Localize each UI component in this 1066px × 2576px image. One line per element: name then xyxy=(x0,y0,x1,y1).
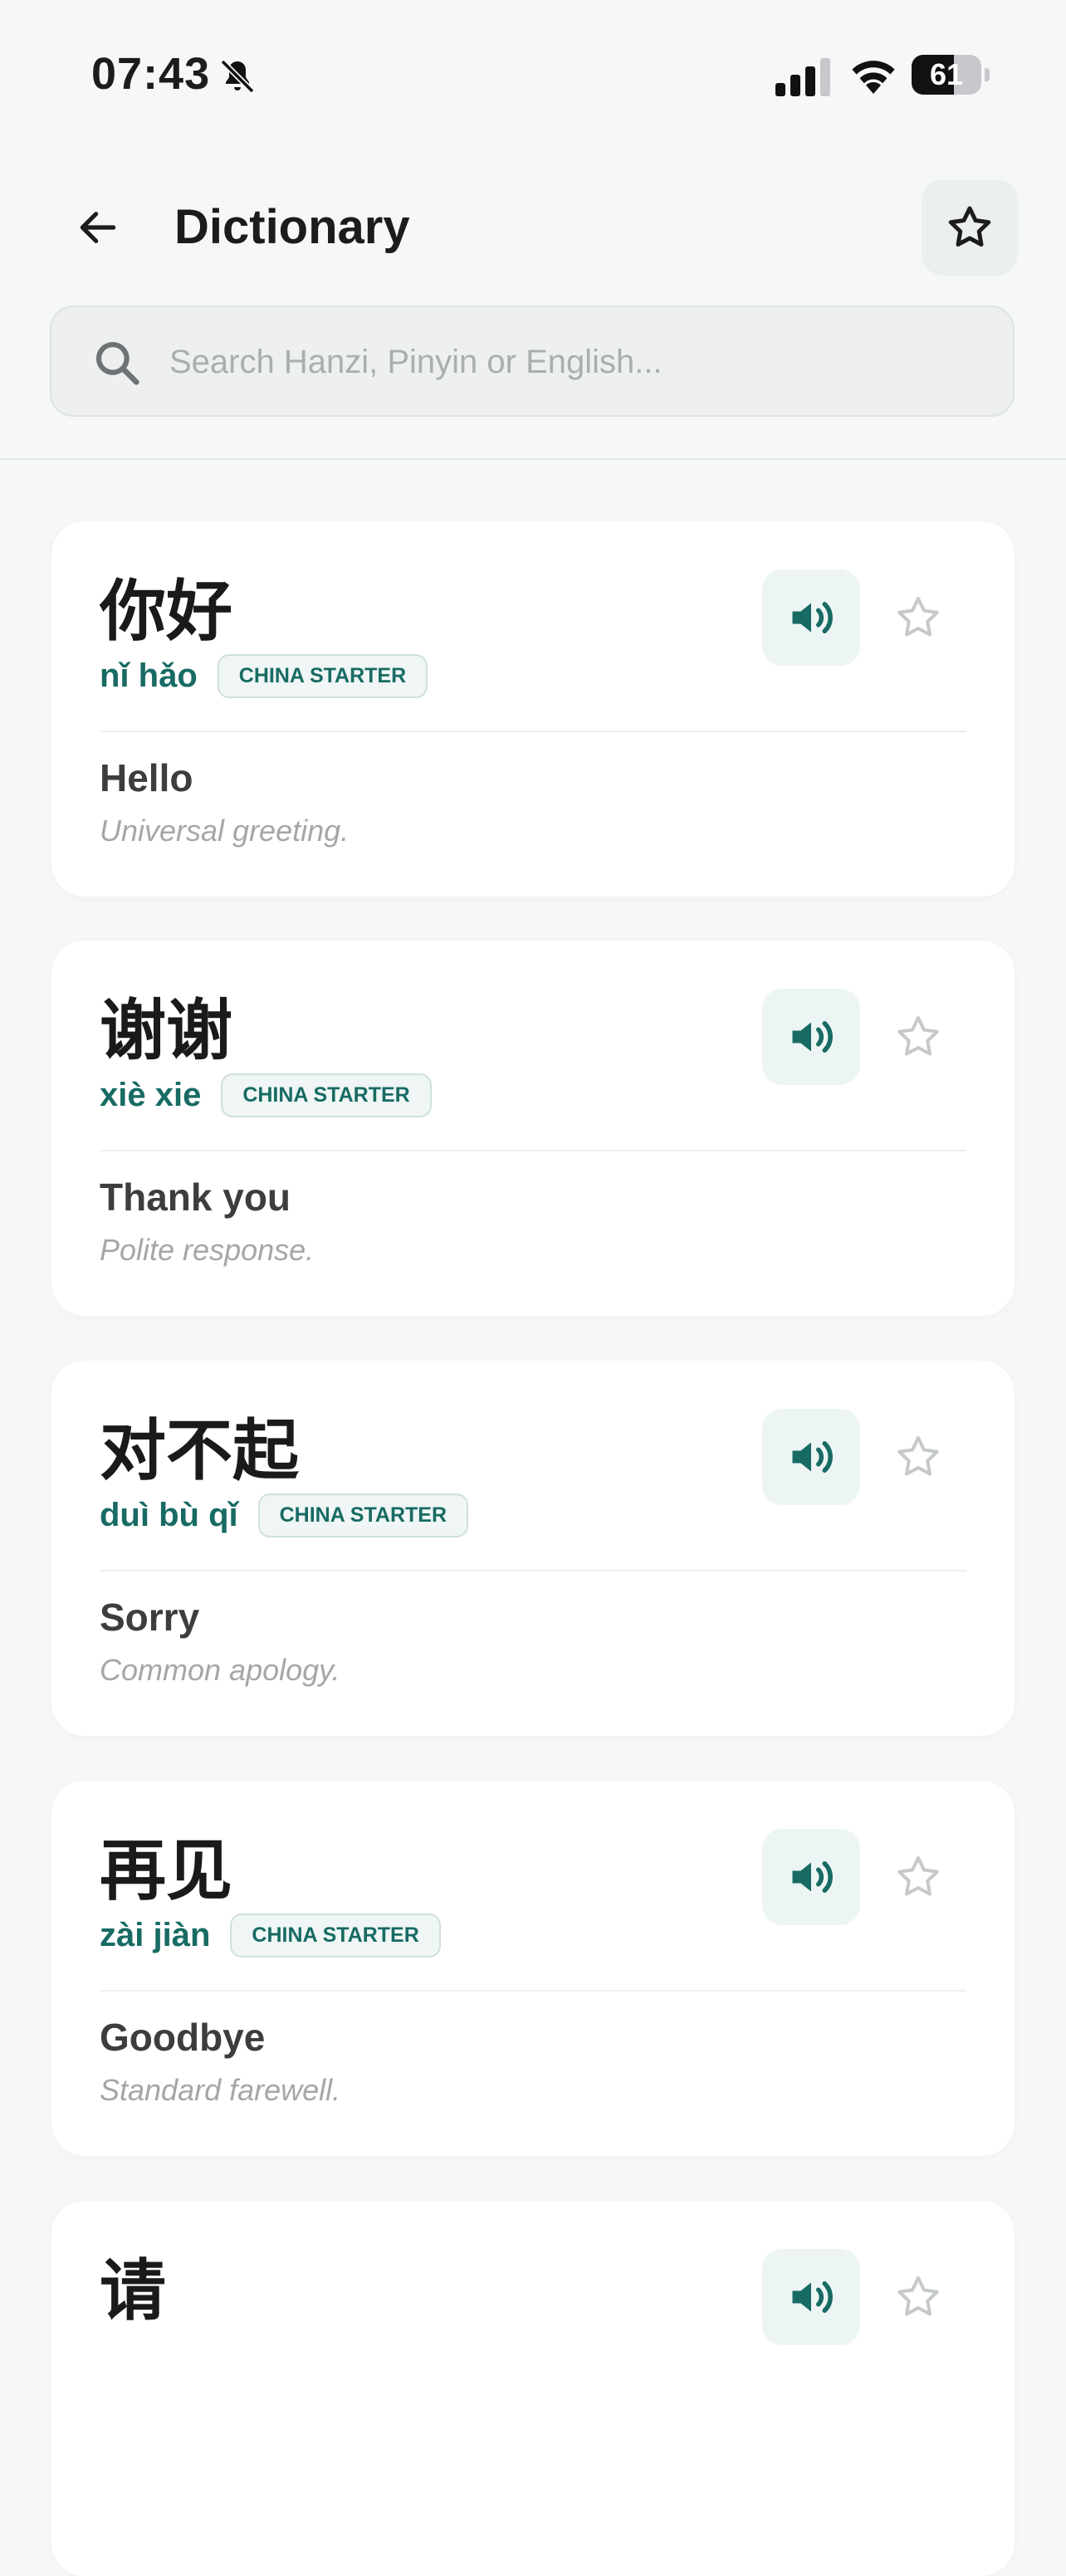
star-outline-icon xyxy=(897,1856,939,1896)
speaker-icon xyxy=(792,1441,833,1473)
entry-pinyin: xiè xie xyxy=(100,1076,202,1113)
play-audio-button[interactable] xyxy=(762,1829,860,1925)
favorite-star-button[interactable] xyxy=(890,1429,946,1485)
bell-slash-icon xyxy=(220,59,255,94)
entry-meaning: Hello xyxy=(100,756,193,799)
play-audio-button[interactable] xyxy=(762,1409,860,1505)
entry-card[interactable]: 对不起 duì bù qǐ CHINA STARTER Sorry Common… xyxy=(51,1361,1015,1736)
entry-hanzi: 你好 xyxy=(100,572,232,650)
arrow-left-icon xyxy=(80,212,116,243)
entry-hanzi: 再见 xyxy=(100,1831,232,1909)
speaker-icon xyxy=(792,602,833,633)
star-outline-icon xyxy=(897,1016,939,1056)
search-icon xyxy=(95,341,139,385)
header-divider xyxy=(0,458,1066,460)
battery-percent: 61 xyxy=(929,57,964,91)
favorite-star-button[interactable] xyxy=(890,1849,946,1905)
wifi-icon xyxy=(852,61,895,94)
speaker-icon xyxy=(792,1021,833,1053)
entry-pinyin: zài jiàn xyxy=(100,1916,211,1953)
entry-pinyin: nǐ hǎo xyxy=(100,657,198,694)
favorites-button[interactable] xyxy=(922,179,1018,276)
speaker-icon xyxy=(792,2281,833,2313)
star-outline-icon xyxy=(897,597,939,637)
entry-note: Common apology. xyxy=(100,1653,340,1687)
level-badge: CHINA STARTER xyxy=(221,1073,432,1117)
search-input[interactable] xyxy=(168,307,985,417)
status-bar: 07:43 61 xyxy=(0,0,1066,158)
entry-note: Standard farewell. xyxy=(100,2073,341,2107)
battery-icon: 61 xyxy=(912,55,991,95)
play-audio-button[interactable] xyxy=(762,989,860,1085)
entry-meaning: Thank you xyxy=(100,1176,291,1219)
entry-note: Universal greeting. xyxy=(100,814,350,848)
card-divider xyxy=(100,731,966,732)
back-button[interactable] xyxy=(66,196,130,259)
card-divider xyxy=(100,1990,966,1992)
entry-hanzi: 请 xyxy=(100,2251,166,2329)
entry-card[interactable]: 再见 zài jiàn CHINA STARTER Goodbye Standa… xyxy=(51,1781,1015,2156)
star-outline-icon xyxy=(897,2276,939,2316)
entry-meaning: Sorry xyxy=(100,1596,200,1639)
level-badge: CHINA STARTER xyxy=(217,653,428,698)
level-badge: CHINA STARTER xyxy=(230,1913,441,1958)
level-badge: CHINA STARTER xyxy=(257,1493,469,1537)
cellular-signal-icon xyxy=(775,58,830,96)
search-bar[interactable] xyxy=(50,306,1015,417)
star-icon xyxy=(948,206,991,247)
favorite-star-button[interactable] xyxy=(890,589,946,646)
entry-card[interactable]: 你好 nǐ hǎo CHINA STARTER Hello Universal … xyxy=(51,521,1015,897)
favorite-star-button[interactable] xyxy=(890,1009,946,1065)
favorite-star-button[interactable] xyxy=(890,2269,946,2325)
star-outline-icon xyxy=(897,1436,939,1476)
entry-hanzi: 对不起 xyxy=(100,1411,299,1489)
entry-pinyin: duì bù qǐ xyxy=(100,1496,238,1533)
page-title: Dictionary xyxy=(174,200,410,254)
card-divider xyxy=(100,1150,966,1151)
speaker-icon xyxy=(792,1861,833,1893)
play-audio-button[interactable] xyxy=(762,2249,860,2345)
card-divider xyxy=(100,1570,966,1572)
entry-note: Polite response. xyxy=(100,1233,315,1267)
status-time: 07:43 xyxy=(91,49,211,99)
entry-hanzi: 谢谢 xyxy=(100,991,232,1069)
play-audio-button[interactable] xyxy=(762,569,860,666)
entry-meaning: Goodbye xyxy=(100,2016,266,2059)
entry-card[interactable]: 谢谢 xiè xie CHINA STARTER Thank you Polit… xyxy=(51,941,1015,1316)
entry-card[interactable]: 请 xyxy=(51,2201,1015,2576)
